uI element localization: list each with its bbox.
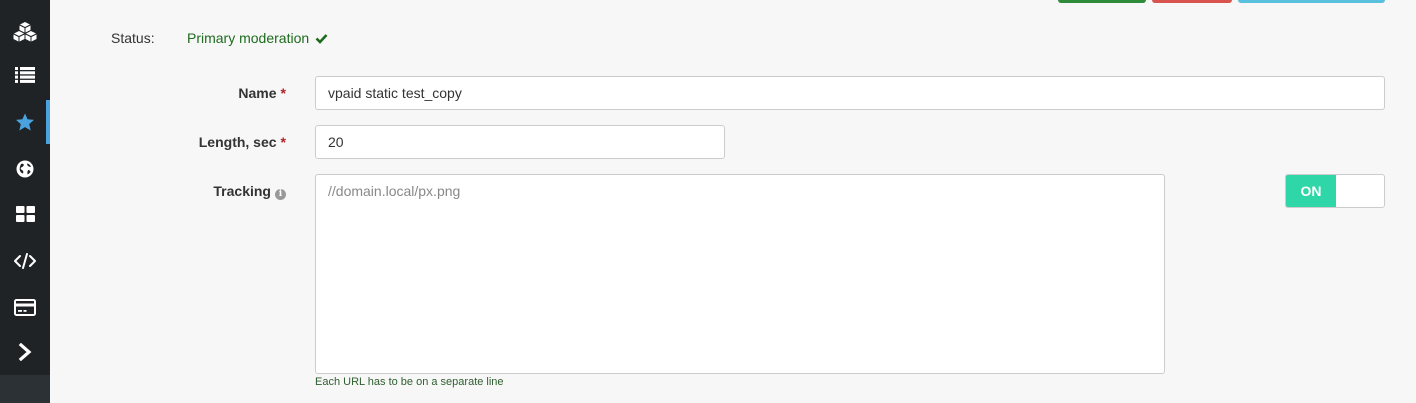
tracking-label: Tracking i <box>86 183 286 200</box>
checkmark-icon <box>315 33 328 44</box>
nav-item-globe[interactable] <box>0 147 50 191</box>
code-icon <box>14 253 36 269</box>
sidebar-footer <box>0 375 50 403</box>
status-label: Status: <box>111 30 155 46</box>
length-label: Length, sec * <box>86 134 286 150</box>
delete-button[interactable] <box>1152 0 1232 3</box>
nav-item-cubes[interactable] <box>0 10 50 54</box>
tracking-textarea[interactable] <box>315 174 1165 374</box>
star-icon <box>16 113 34 130</box>
nav-item-dashboard[interactable] <box>0 192 50 236</box>
action-button[interactable] <box>1238 0 1385 3</box>
sidebar <box>0 0 50 403</box>
nav-item-favorites[interactable] <box>0 100 50 144</box>
nav-item-billing[interactable] <box>0 285 50 329</box>
name-label-text: Name <box>238 85 277 101</box>
cubes-icon <box>13 22 37 42</box>
info-icon[interactable]: i <box>275 189 286 200</box>
length-input[interactable] <box>315 125 725 159</box>
list-icon <box>15 67 35 83</box>
toggle-on-label: ON <box>1286 175 1336 207</box>
nav-item-list[interactable] <box>0 53 50 97</box>
save-button[interactable] <box>1058 0 1146 3</box>
name-label: Name * <box>86 85 286 101</box>
status-text: Primary moderation <box>187 30 310 46</box>
required-mark: * <box>280 134 286 150</box>
tracking-label-text: Tracking <box>213 183 271 199</box>
required-mark: * <box>280 85 286 101</box>
dashboard-icon <box>15 206 35 222</box>
status-value: Primary moderation <box>187 30 328 46</box>
nav-item-expand[interactable] <box>0 330 50 374</box>
tracking-help-text: Each URL has to be on a separate line <box>315 376 504 388</box>
credit-card-icon <box>14 298 36 316</box>
name-input[interactable] <box>315 76 1385 110</box>
tracking-toggle[interactable]: ON <box>1285 174 1385 208</box>
globe-icon <box>16 160 34 178</box>
length-label-text: Length, sec <box>198 134 277 150</box>
chevron-right-icon <box>18 343 32 361</box>
nav-item-code[interactable] <box>0 239 50 283</box>
